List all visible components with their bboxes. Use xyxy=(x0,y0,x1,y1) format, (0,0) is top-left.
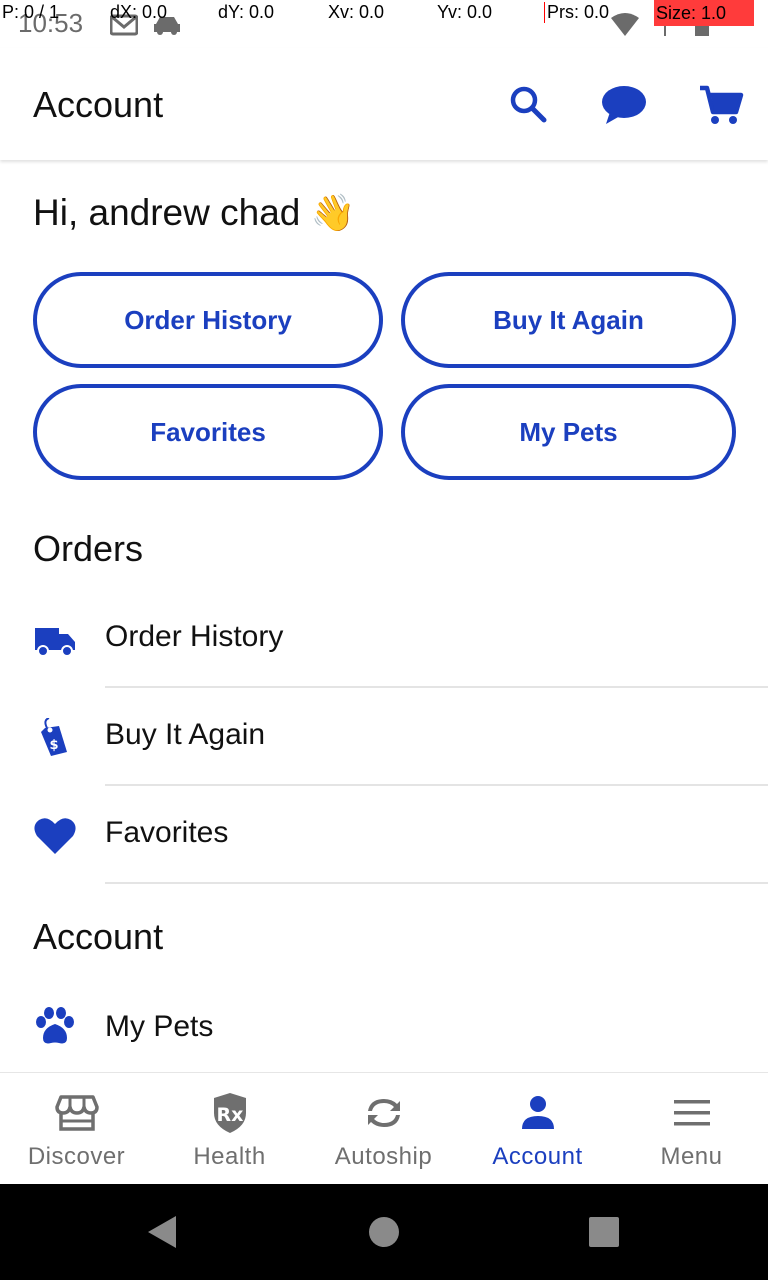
nav-item-discover[interactable]: Discover xyxy=(0,1073,153,1185)
my-pets-button-label: My Pets xyxy=(519,416,618,447)
order-history-button-label: Order History xyxy=(124,304,292,335)
svg-text:Rx: Rx xyxy=(216,1104,243,1126)
buy-it-again-button-label: Buy It Again xyxy=(493,304,644,335)
autoship-icon xyxy=(367,1099,400,1127)
nav-item-menu[interactable]: Menu xyxy=(615,1073,768,1185)
app-bar: Account xyxy=(0,48,768,160)
greeting-text: Hi, andrew chad xyxy=(33,192,301,233)
overlay-pointer-count: P: 0 / 1 xyxy=(2,2,60,22)
greeting-heading: Hi, andrew chad 👋 xyxy=(33,192,355,234)
nav-label: Menu xyxy=(660,1143,723,1170)
nav-item-autoship[interactable]: Autoship xyxy=(307,1073,460,1185)
nav-item-account[interactable]: Account xyxy=(461,1073,614,1185)
store-icon xyxy=(54,1095,99,1131)
system-navigation-bar xyxy=(0,1184,768,1280)
my-pets-button[interactable]: My Pets xyxy=(401,384,736,480)
person-icon xyxy=(521,1096,554,1129)
account-section-title: Account xyxy=(33,916,164,957)
svg-text:$: $ xyxy=(49,738,58,753)
nav-item-health[interactable]: Rx Health xyxy=(153,1073,306,1185)
overlay-pressure: Prs: 0.0 xyxy=(544,2,609,23)
nav-label: Account xyxy=(492,1143,583,1170)
list-item-order-history[interactable]: Order History xyxy=(0,590,768,688)
list-item-label: Buy It Again xyxy=(105,718,266,751)
cart-icon[interactable] xyxy=(698,82,744,128)
order-history-button[interactable]: Order History xyxy=(33,272,383,368)
price-tag-icon: $ xyxy=(41,718,67,756)
bottom-navigation: Discover Rx Health Autoship Account Menu xyxy=(0,1072,768,1184)
overlay-dx: dX: 0.0 xyxy=(110,2,168,22)
list-item-buy-it-again[interactable]: $ Buy It Again xyxy=(0,688,768,786)
wave-emoji-icon: 👋 xyxy=(310,192,356,233)
hamburger-icon xyxy=(673,1100,710,1126)
favorites-button-label: Favorites xyxy=(150,416,266,447)
list-item-label: My Pets xyxy=(105,1010,214,1043)
favorites-button[interactable]: Favorites xyxy=(33,384,383,480)
search-icon[interactable] xyxy=(506,82,552,128)
buy-it-again-button[interactable]: Buy It Again xyxy=(401,272,736,368)
heart-icon xyxy=(34,818,76,854)
truck-icon xyxy=(35,628,75,657)
nav-label: Autoship xyxy=(334,1143,433,1170)
list-item-favorites[interactable]: Favorites xyxy=(0,786,768,884)
nav-label: Discover xyxy=(27,1143,126,1170)
overlay-size: Size: 1.0 xyxy=(654,0,755,26)
list-item-label: Order History xyxy=(105,620,284,653)
list-item-label: Favorites xyxy=(105,816,229,849)
orders-section-title: Orders xyxy=(33,528,144,569)
chat-icon[interactable] xyxy=(600,82,648,128)
divider xyxy=(105,882,768,884)
list-item-my-pets[interactable]: My Pets xyxy=(0,980,768,1078)
home-icon[interactable] xyxy=(366,1214,402,1250)
page-title: Account xyxy=(33,84,164,125)
pointer-debug-overlay: P: 0 / 1 dX: 0.0 dY: 0.0 Xv: 0.0 Yv: 0.0… xyxy=(0,0,768,26)
overlay-dy: dY: 0.0 xyxy=(218,2,275,22)
overlay-yv: Yv: 0.0 xyxy=(437,2,493,22)
recents-icon[interactable] xyxy=(586,1214,622,1250)
nav-label: Health xyxy=(193,1143,266,1170)
paw-icon xyxy=(36,1007,74,1044)
overlay-xv: Xv: 0.0 xyxy=(328,2,385,22)
rx-icon: Rx xyxy=(213,1093,246,1133)
back-icon[interactable] xyxy=(144,1214,180,1250)
